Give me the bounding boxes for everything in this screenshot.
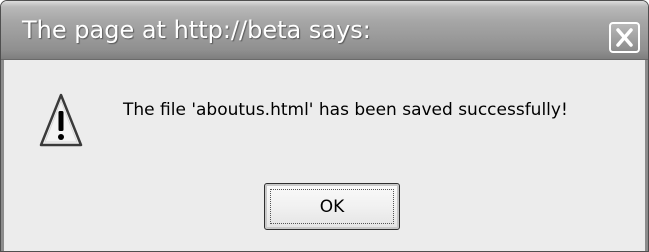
warning-icon — [39, 93, 83, 147]
dialog-message: The file 'aboutus.html' has been saved s… — [123, 100, 568, 120]
alert-dialog: The page at http://beta says: The file '… — [0, 0, 649, 252]
ok-button[interactable]: OK — [264, 183, 400, 230]
dialog-title: The page at http://beta says: — [22, 16, 371, 44]
close-icon — [616, 28, 633, 47]
close-button[interactable] — [609, 22, 640, 53]
dialog-frame-right — [645, 60, 648, 251]
focus-ring — [270, 189, 394, 224]
dialog-titlebar[interactable]: The page at http://beta says: — [1, 1, 648, 60]
